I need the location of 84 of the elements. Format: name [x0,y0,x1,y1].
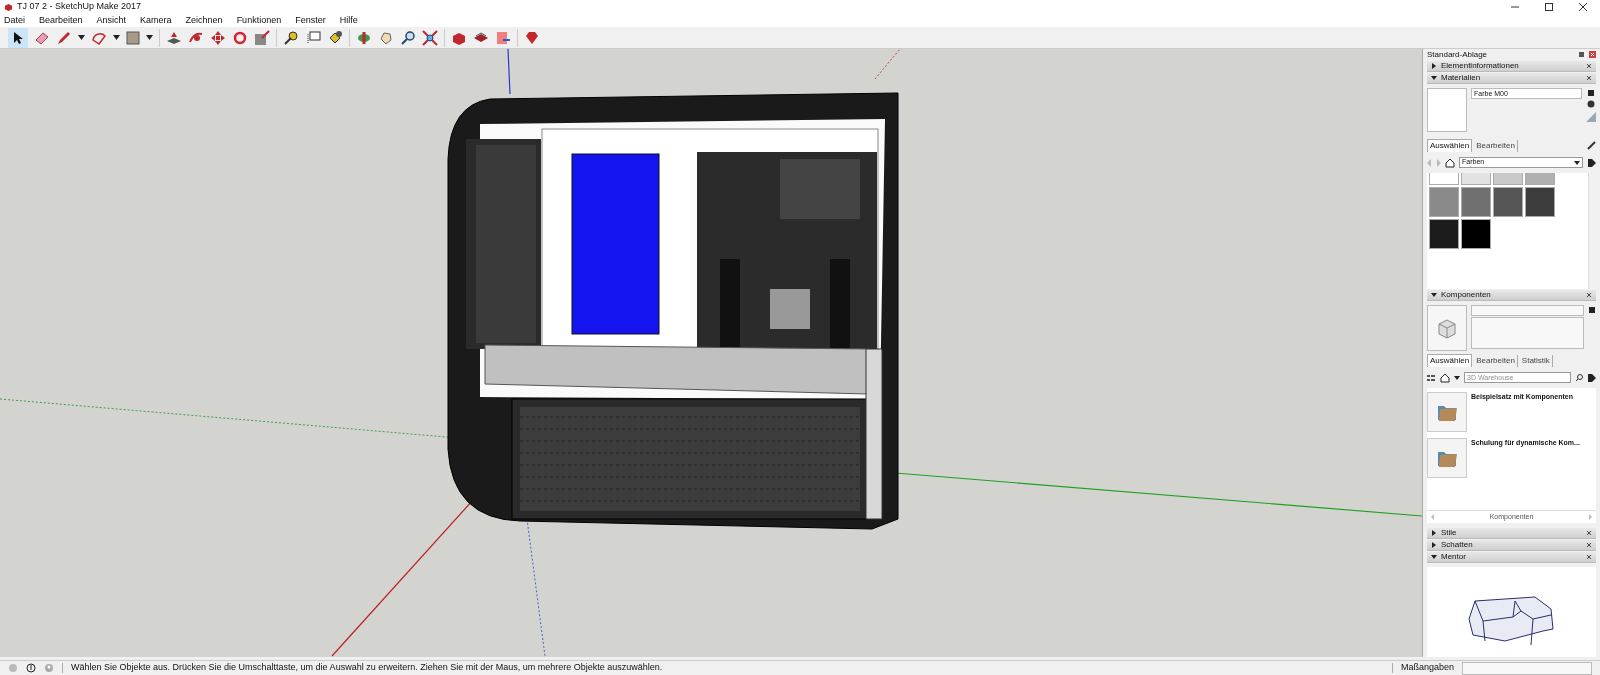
zoom-extents-icon[interactable] [422,29,438,46]
panel-title: Mentor [1441,551,1467,563]
component-name-field[interactable] [1471,305,1584,316]
caret-icon[interactable] [146,35,153,40]
close-icon[interactable] [1586,542,1592,548]
caret-icon[interactable] [78,35,85,40]
home-icon[interactable] [1440,372,1450,383]
color-swatch[interactable] [1429,187,1459,217]
panel-tab[interactable]: Auswählen [1427,139,1473,152]
search-icon[interactable] [1575,373,1583,382]
panel-title: Schatten [1441,539,1474,551]
material-preview [1427,88,1467,132]
collapse-triangle-icon[interactable] [1431,554,1437,560]
maximize-icon[interactable] [1544,2,1554,12]
rectangle-icon[interactable] [126,30,140,45]
color-swatch[interactable] [1461,187,1491,217]
color-swatch[interactable] [1461,219,1491,249]
collapse-triangle-icon[interactable] [1431,292,1437,298]
scale-icon[interactable] [254,29,270,46]
measurements-label: Maßangaben [1400,661,1454,675]
status-message: Wählen Sie Objekte aus. Drücken Sie die Umschalttaste, um die Auswahl zu erweitern. Ziehen Sie mit der Maus, um mehrere Objekte auszuwählen. [71,661,663,675]
move-icon[interactable] [210,29,226,46]
caret-icon[interactable] [1574,160,1580,165]
panel-title: Elementinformationen [1441,60,1520,72]
menu-item[interactable]: Zeichnen [185,13,223,28]
details-arrow-icon[interactable] [1587,157,1596,168]
panel-tab[interactable]: Auswählen [1427,354,1473,367]
color-swatch[interactable] [1429,219,1459,249]
info-icon[interactable] [26,663,36,673]
color-swatch[interactable] [1525,187,1555,217]
select-tool-button[interactable] [8,27,28,48]
export-icon[interactable] [495,29,511,46]
window-title: TJ 07 2 - SketchUp Make 2017 [17,0,142,14]
axis-guide-line [874,49,901,80]
close-icon[interactable] [1586,292,1592,298]
panel-header[interactable]: Stile [1427,528,1596,539]
rotate-icon[interactable] [232,29,248,46]
menu-item[interactable]: Funktionen [236,13,282,28]
ruby-icon[interactable] [524,29,540,46]
text-label-icon[interactable] [305,29,321,46]
panel-tab[interactable]: Bearbeiten [1474,140,1518,152]
expand-triangle-icon[interactable] [1431,63,1437,69]
panel-header[interactable]: Schatten [1427,540,1596,551]
tape-measure-icon[interactable] [283,29,299,46]
measurements-field[interactable] [1462,661,1592,675]
collapse-triangle-icon[interactable] [1431,75,1437,81]
close-icon[interactable] [1586,75,1592,81]
caret-icon[interactable] [113,35,120,40]
caret-icon[interactable] [1454,375,1460,380]
eyedropper-icon[interactable] [1587,140,1596,150]
color-swatch[interactable] [1493,187,1523,217]
menu-item[interactable]: Hilfe [339,13,358,28]
menu-item[interactable]: Datei [4,13,25,28]
view-options-icon[interactable] [1427,373,1436,382]
hand-icon[interactable] [378,29,394,46]
close-icon[interactable] [1586,530,1592,536]
details-arrow-icon[interactable] [1587,372,1596,383]
menu-item[interactable]: Bearbeiten [39,13,83,28]
menu-item[interactable]: Kamera [140,13,172,28]
home-icon[interactable] [1445,157,1455,168]
panel-header[interactable]: Mentor [1427,552,1596,563]
panel-header[interactable]: Elementinformationen [1427,61,1596,72]
panel-title: Materialien [1441,72,1482,84]
close-icon[interactable] [1586,63,1592,69]
cursor-arrow-icon [12,30,24,45]
panel-header[interactable]: Materialien [1427,73,1596,84]
tray-title: Standard-Ablage [1427,49,1488,61]
panel-tab[interactable]: Bearbeiten [1474,355,1518,367]
paint-bucket-icon[interactable] [327,29,343,46]
pencil-icon[interactable] [56,29,72,46]
menu-item[interactable]: Fenster [295,13,326,28]
menu-item[interactable]: Ansicht [96,13,127,28]
panel-title: Stile [1441,527,1458,539]
3d-viewport[interactable] [0,49,1422,657]
z-axis-line [507,49,511,95]
search-icon[interactable] [400,29,416,46]
close-icon[interactable] [1578,2,1588,12]
panel-header[interactable]: Komponenten [1427,290,1596,301]
close-icon[interactable] [1586,554,1592,560]
orbit-icon[interactable] [356,29,372,46]
component-description-field[interactable] [1471,317,1584,349]
panel-title: Komponenten [1441,289,1492,301]
panel-tab[interactable]: Statistik [1519,355,1553,367]
app-logo-icon [4,2,13,12]
